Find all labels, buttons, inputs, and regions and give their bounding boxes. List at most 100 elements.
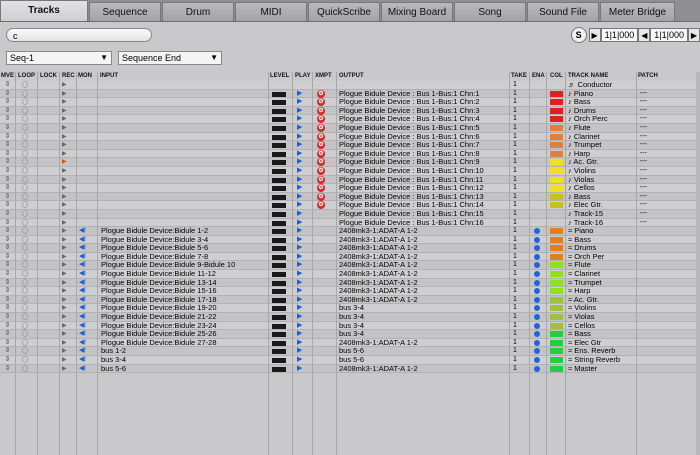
table-row[interactable]: ⇕ ◯ ▶ ◀⦚ bus 1-2 ▶ bus 5-6 1 ≈ Ens. Reverb (0, 347, 700, 356)
take-cell[interactable]: 1 (513, 219, 521, 227)
arrow-right-end-button[interactable]: ▶ (688, 28, 700, 42)
enable-dot[interactable] (534, 331, 540, 338)
take-cell[interactable]: 1 (513, 347, 521, 355)
take-cell[interactable]: 1 (513, 270, 521, 278)
output-cell[interactable]: Plogue Bidule Device : Bus 1-Bus:1 Chn:8 (339, 150, 509, 158)
loop-icon[interactable]: ◯ (19, 184, 31, 192)
s-button[interactable]: S (570, 27, 587, 43)
enable-dot[interactable] (534, 305, 540, 312)
output-cell[interactable]: Plogue Bidule Device : Bus 1-Bus:1 Chn:1… (339, 210, 509, 218)
move-handle-icon[interactable]: ⇕ (2, 124, 13, 132)
header-play[interactable]: PLAY (295, 73, 310, 79)
track-name-cell[interactable]: ♪ Trumpet (568, 141, 634, 149)
track-name-cell[interactable]: ♪ Ac. Gtr. (568, 158, 634, 166)
record-arm-icon[interactable]: ▶ (62, 296, 70, 304)
monitor-speaker-icon[interactable]: ◀⦚ (79, 356, 93, 364)
table-row[interactable]: ⇕ ◯ ▶ ◀⦚ Plogue Bidule Device:Bidule 17-18 ▶ 2… (0, 295, 700, 305)
table-row[interactable]: ⇕ ◯ ▶ ◀⦚ Plogue Bidule Device:Bidule 27-28 ▶ 2… (0, 338, 700, 348)
record-arm-icon[interactable]: ▶ (62, 107, 70, 115)
loop-icon[interactable]: ◯ (19, 339, 31, 347)
move-handle-icon[interactable]: ⇕ (2, 261, 13, 269)
take-cell[interactable]: 1 (513, 365, 521, 373)
record-arm-icon[interactable]: ▶ (62, 184, 70, 192)
table-row[interactable]: ⇕ ◯ ▶ ▶ ⚙ Plogue Bidule Device : Bus 1-Bus:1 … (0, 149, 700, 159)
take-cell[interactable]: 1 (513, 339, 521, 347)
record-arm-icon[interactable]: ▶ (62, 193, 70, 201)
play-enable-icon[interactable]: ▶ (297, 296, 305, 304)
track-name-cell[interactable]: ≈ Ens. Reverb (568, 347, 634, 355)
output-cell[interactable]: 2408mk3-1:ADAT-A 1-2 (339, 261, 509, 269)
output-cell[interactable]: 2408mk3-1:ADAT-A 1-2 (339, 244, 509, 252)
header-patch[interactable]: PATCH (638, 73, 658, 79)
transmit-icon[interactable]: ⚙ (317, 158, 326, 167)
patch-cell[interactable]: --- (640, 107, 670, 115)
play-enable-icon[interactable]: ▶ (297, 176, 305, 184)
header-level[interactable]: LEVEL (270, 73, 289, 79)
record-arm-icon[interactable]: ▶ (62, 287, 70, 295)
table-row[interactable]: ⇕ ◯ ▶ ◀⦚ Plogue Bidule Device:Bidule 9-Bidul… (0, 261, 700, 271)
output-cell[interactable]: bus 5-6 (339, 356, 509, 364)
monitor-speaker-icon[interactable]: ◀⦚ (79, 253, 93, 261)
track-name-cell[interactable]: ≈ String Reverb (568, 356, 634, 364)
track-color-swatch[interactable] (550, 90, 563, 97)
patch-cell[interactable] (640, 296, 670, 304)
record-arm-icon[interactable]: ▶ (62, 330, 70, 338)
loop-icon[interactable]: ◯ (19, 107, 31, 115)
loop-icon[interactable]: ◯ (19, 81, 31, 89)
table-row[interactable]: ⇕ ◯ ▶ ◀⦚ Plogue Bidule Device:Bidule 23-24 ▶ b… (0, 321, 700, 331)
transmit-icon[interactable]: ⚙ (317, 141, 326, 150)
table-row[interactable]: ⇕ ◯ ▶ ◀⦚ Plogue Bidule Device:Bidule 13-14 ▶ 2… (0, 278, 700, 288)
input-cell[interactable]: bus 1-2 (101, 347, 267, 355)
track-color-swatch[interactable] (550, 99, 563, 106)
loop-icon[interactable]: ◯ (19, 167, 31, 175)
enable-dot[interactable] (534, 271, 540, 278)
track-name-cell[interactable]: ♪ Piano (568, 90, 634, 98)
patch-cell[interactable] (640, 279, 670, 287)
output-cell[interactable]: 2408mk3-1:ADAT-A 1-2 (339, 339, 509, 347)
track-name-cell[interactable]: ≈ Piano (568, 227, 634, 235)
arrow-left-button[interactable]: ◀ (638, 28, 651, 42)
move-handle-icon[interactable]: ⇕ (2, 270, 13, 278)
loop-icon[interactable]: ◯ (19, 261, 31, 269)
table-row[interactable]: ⇕ ◯ ▶ ▶ ⚙ Plogue Bidule Device : Bus 1-Bus:1 … (0, 192, 700, 202)
move-handle-icon[interactable]: ⇕ (2, 339, 13, 347)
patch-cell[interactable]: --- (640, 90, 670, 98)
record-arm-icon[interactable]: ▶ (62, 158, 70, 166)
tab-meter-bridge[interactable]: Meter Bridge (600, 2, 675, 21)
track-color-swatch[interactable] (550, 116, 563, 123)
play-enable-icon[interactable]: ▶ (297, 90, 305, 98)
play-enable-icon[interactable]: ▶ (297, 261, 305, 269)
track-name-cell[interactable]: ≈ Bass (568, 236, 634, 244)
loop-icon[interactable]: ◯ (19, 141, 31, 149)
monitor-speaker-icon[interactable]: ◀⦚ (79, 347, 93, 355)
play-enable-icon[interactable]: ▶ (297, 98, 305, 106)
patch-cell[interactable] (640, 330, 670, 338)
enable-dot[interactable] (534, 296, 540, 303)
patch-cell[interactable]: --- (640, 184, 670, 192)
record-arm-icon[interactable]: ▶ (62, 115, 70, 123)
record-arm-icon[interactable]: ▶ (62, 365, 70, 373)
take-cell[interactable]: 1 (513, 115, 521, 123)
track-name-cell[interactable]: ♪ Violas (568, 176, 634, 184)
move-handle-icon[interactable]: ⇕ (2, 184, 13, 192)
track-color-swatch[interactable] (550, 107, 563, 114)
input-cell[interactable]: Plogue Bidule Device:Bidule 9-Bidule 10 (101, 261, 267, 269)
table-row[interactable]: ⇕ ◯ ▶ ▶ ⚙ Plogue Bidule Device : Bus 1-Bus:1 … (0, 184, 700, 193)
output-cell[interactable]: Plogue Bidule Device : Bus 1-Bus:1 Chn:1… (339, 167, 509, 175)
time-end-field[interactable]: 1|1|000 (650, 28, 688, 42)
monitor-speaker-icon[interactable]: ◀⦚ (79, 261, 93, 269)
track-color-swatch[interactable] (550, 357, 563, 363)
play-enable-icon[interactable]: ▶ (297, 356, 305, 364)
move-handle-icon[interactable]: ⇕ (2, 313, 13, 321)
table-row[interactable]: ⇕ ◯ ▶ ▶ ⚙ Plogue Bidule Device : Bus 1-Bus:1 … (0, 115, 700, 124)
table-row[interactable]: ⇕ ◯ ▶ ◀⦚ Plogue Bidule Device:Bidule 1-2 ▶ 240… (0, 227, 700, 236)
monitor-speaker-icon[interactable]: ◀⦚ (79, 313, 93, 321)
move-handle-icon[interactable]: ⇕ (2, 210, 13, 218)
record-arm-icon[interactable]: ▶ (62, 279, 70, 287)
take-cell[interactable]: 1 (513, 98, 521, 106)
take-cell[interactable]: 1 (513, 313, 521, 321)
arrow-right-button[interactable]: ▶ (588, 28, 601, 42)
monitor-speaker-icon[interactable]: ◀⦚ (79, 236, 93, 244)
output-cell[interactable]: Plogue Bidule Device : Bus 1-Bus:1 Chn:1… (339, 193, 509, 201)
play-enable-icon[interactable]: ▶ (297, 313, 305, 321)
